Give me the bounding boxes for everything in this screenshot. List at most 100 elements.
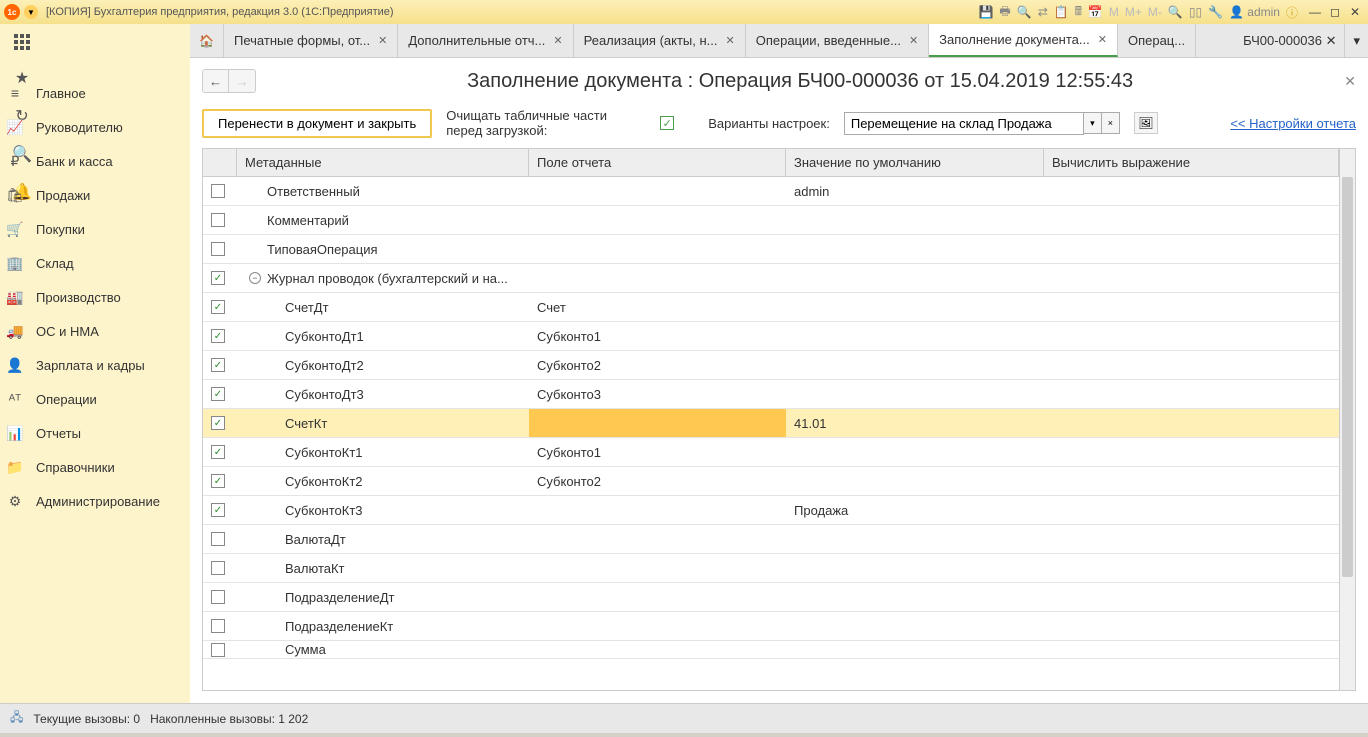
table-row[interactable]: СчетДт Счет xyxy=(203,293,1339,322)
tab-3[interactable]: Операции, введенные...✕ xyxy=(746,24,929,57)
row-checkbox[interactable] xyxy=(211,213,225,227)
table-row[interactable]: СубконтоДт1 Субконто1 xyxy=(203,322,1339,351)
table-row[interactable]: ВалютаКт xyxy=(203,554,1339,583)
grip-icon[interactable] xyxy=(14,34,30,50)
nav-item-10[interactable]: 📊Отчеты xyxy=(0,416,190,450)
table-row[interactable]: СубконтоКт2 Субконто2 xyxy=(203,467,1339,496)
preview-icon[interactable]: 🔍 xyxy=(1017,5,1032,19)
col-expr[interactable]: Вычислить выражение xyxy=(1044,149,1339,176)
compare-icon[interactable]: ⇄ xyxy=(1038,5,1048,19)
row-checkbox[interactable] xyxy=(211,329,225,343)
row-checkbox[interactable] xyxy=(211,387,225,401)
row-checkbox[interactable] xyxy=(211,184,225,198)
transfer-button[interactable]: Перенести в документ и закрыть xyxy=(202,109,432,138)
nav-item-1[interactable]: 📈Руководителю xyxy=(0,110,190,144)
row-checkbox[interactable] xyxy=(211,416,225,430)
table-row[interactable]: ПодразделениеКт xyxy=(203,612,1339,641)
home-tab[interactable]: 🏠 xyxy=(190,24,224,57)
info-icon[interactable]: ⓘ xyxy=(1286,4,1298,21)
tab-doc-number[interactable]: БЧ00-000036 ✕ xyxy=(1235,24,1344,57)
memory-m-icon[interactable]: M xyxy=(1109,5,1119,19)
calendar-icon[interactable]: 📅 xyxy=(1088,5,1103,19)
tab-close-icon[interactable]: ✕ xyxy=(1326,33,1337,49)
tab-2[interactable]: Реализация (акты, н...✕ xyxy=(574,24,746,57)
close-window-button[interactable]: ✕ xyxy=(1346,5,1364,19)
tab-close-icon[interactable]: ✕ xyxy=(553,34,562,47)
table-row[interactable]: −Журнал проводок (бухгалтерский и на... xyxy=(203,264,1339,293)
maximize-button[interactable]: ◻ xyxy=(1326,5,1344,19)
save-icon[interactable]: 💾 xyxy=(978,5,993,19)
calculator-icon[interactable]: 🖩 xyxy=(1075,2,1082,23)
memory-mplus-icon[interactable]: M+ xyxy=(1125,5,1142,19)
print-icon[interactable]: 🖶 xyxy=(999,2,1010,23)
table-row[interactable]: СубконтоКт3 Продажа xyxy=(203,496,1339,525)
tab-0[interactable]: Печатные формы, от...✕ xyxy=(224,24,398,57)
table-row[interactable]: ТиповаяОперация xyxy=(203,235,1339,264)
settings-icon-button[interactable]: 🖼 xyxy=(1134,112,1158,134)
tab-4[interactable]: Заполнение документа...✕ xyxy=(929,24,1118,57)
row-checkbox[interactable] xyxy=(211,532,225,546)
col-meta[interactable]: Метаданные xyxy=(237,149,529,176)
row-checkbox[interactable] xyxy=(211,474,225,488)
table-row[interactable]: СубконтоДт2 Субконто2 xyxy=(203,351,1339,380)
nav-item-9[interactable]: ᴬᵀОперации xyxy=(0,382,190,416)
col-default[interactable]: Значение по умолчанию xyxy=(786,149,1044,176)
row-checkbox[interactable] xyxy=(211,358,225,372)
table-row[interactable]: СубконтоКт1 Субконто1 xyxy=(203,438,1339,467)
tab-close-icon[interactable]: ✕ xyxy=(726,34,735,47)
nav-item-6[interactable]: 🏭Производство xyxy=(0,280,190,314)
tab-close-icon[interactable]: ✕ xyxy=(909,34,918,47)
nav-back-button[interactable]: ← xyxy=(203,70,229,92)
nav-item-5[interactable]: 🏢Склад xyxy=(0,246,190,280)
variants-dropdown-button[interactable]: ▾ xyxy=(1084,112,1102,134)
row-checkbox[interactable] xyxy=(211,242,225,256)
nav-item-8[interactable]: 👤Зарплата и кадры xyxy=(0,348,190,382)
nav-item-2[interactable]: ₽Банк и касса xyxy=(0,144,190,178)
zoom-icon[interactable]: 🔍 xyxy=(1168,5,1183,19)
clear-checkbox[interactable]: ✓ xyxy=(660,116,674,130)
variants-clear-button[interactable]: × xyxy=(1102,112,1120,134)
tab-1[interactable]: Дополнительные отч...✕ xyxy=(398,24,573,57)
row-checkbox[interactable] xyxy=(211,271,225,285)
nav-item-12[interactable]: ⚙Администрирование xyxy=(0,484,190,518)
variants-select[interactable]: ▾ × xyxy=(844,112,1120,135)
table-row[interactable]: ПодразделениеДт xyxy=(203,583,1339,612)
row-checkbox[interactable] xyxy=(211,445,225,459)
tree-collapse-icon[interactable]: − xyxy=(249,272,261,284)
nav-item-7[interactable]: 🚚ОС и НМА xyxy=(0,314,190,348)
tools-icon[interactable]: 🔧 xyxy=(1208,5,1223,19)
row-checkbox[interactable] xyxy=(211,619,225,633)
variants-input[interactable] xyxy=(844,112,1084,135)
row-checkbox[interactable] xyxy=(211,561,225,575)
table-row[interactable]: ВалютаДт xyxy=(203,525,1339,554)
col-field[interactable]: Поле отчета xyxy=(529,149,786,176)
clipboard-icon[interactable]: 📋 xyxy=(1054,5,1069,19)
nav-item-0[interactable]: ≡Главное xyxy=(0,76,190,110)
tab-dropdown[interactable]: ▾ xyxy=(1344,24,1368,57)
row-checkbox[interactable] xyxy=(211,503,225,517)
nav-icon: 🏭 xyxy=(6,289,24,306)
table-row[interactable]: СубконтоДт3 Субконто3 xyxy=(203,380,1339,409)
app-menu-dropdown[interactable]: ▼ xyxy=(24,5,38,19)
table-row[interactable]: Ответственный admin xyxy=(203,177,1339,206)
tab-close-icon[interactable]: ✕ xyxy=(378,34,387,47)
nav-item-4[interactable]: 🛒Покупки xyxy=(0,212,190,246)
nav-item-11[interactable]: 📁Справочники xyxy=(0,450,190,484)
table-row[interactable]: Сумма xyxy=(203,641,1339,659)
row-checkbox[interactable] xyxy=(211,590,225,604)
table-row[interactable]: Комментарий xyxy=(203,206,1339,235)
minimize-button[interactable]: — xyxy=(1306,5,1324,19)
scrollbar[interactable] xyxy=(1339,149,1355,690)
row-checkbox[interactable] xyxy=(211,300,225,314)
row-checkbox[interactable] xyxy=(211,643,225,657)
report-settings-link[interactable]: << Настройки отчета xyxy=(1230,116,1356,131)
table-row[interactable]: СчетКт 41.01 xyxy=(203,409,1339,438)
memory-mminus-icon[interactable]: M- xyxy=(1148,5,1162,19)
col-check[interactable] xyxy=(203,149,237,176)
tab-5[interactable]: Операц... xyxy=(1118,24,1196,57)
panels-icon[interactable]: ▯▯ xyxy=(1189,5,1202,19)
user-label[interactable]: 👤 admin xyxy=(1229,5,1280,19)
close-doc-button[interactable]: ✕ xyxy=(1344,73,1356,90)
tab-close-icon[interactable]: ✕ xyxy=(1098,33,1107,46)
nav-item-3[interactable]: 🛍Продажи xyxy=(0,178,190,212)
